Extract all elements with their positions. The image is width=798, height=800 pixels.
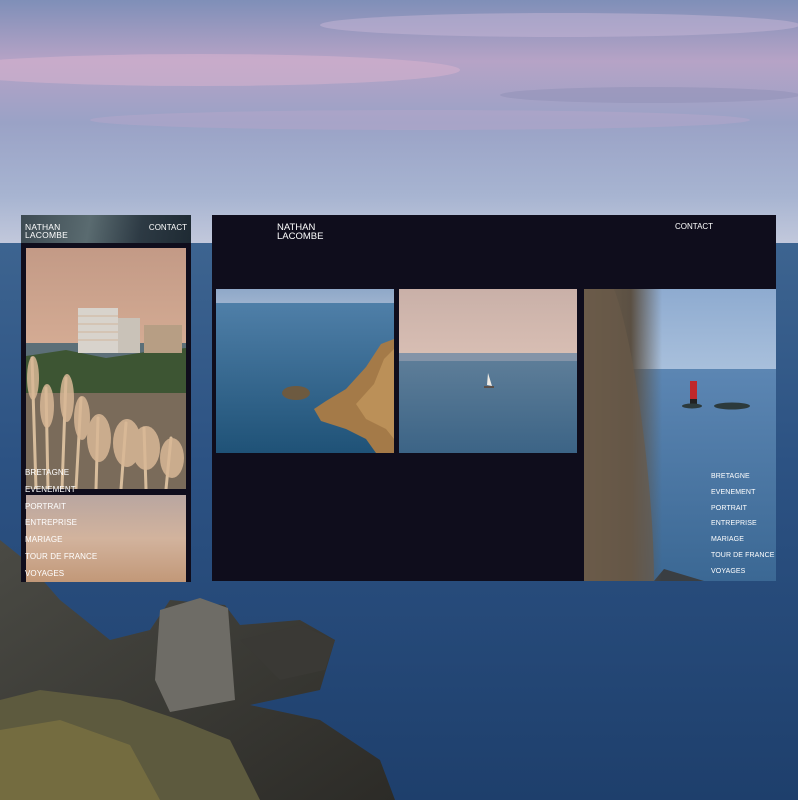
mobile-logo[interactable]: NATHAN LACOMBE [25,223,68,240]
desktop-nav-item-entreprise[interactable]: ENTREPRISE [711,516,775,532]
desktop-nav-item-tour-de-france[interactable]: TOUR DE FRANCE [711,548,775,564]
mobile-nav-item-voyages[interactable]: VOYAGES [25,566,97,582]
desktop-nav-menu: BRETAGNE EVENEMENT PORTRAIT ENTREPRISE M… [711,469,775,580]
mobile-nav-item-mariage[interactable]: MARIAGE [25,532,97,549]
desktop-photo-sailboat [399,289,577,453]
mobile-nav-menu: BRETAGNE EVENEMENT PORTRAIT ENTREPRISE M… [25,465,97,582]
desktop-logo[interactable]: NATHAN LACOMBE [277,223,323,242]
desktop-contact-link[interactable]: CONTACT [675,222,713,231]
desktop-nav-item-bretagne[interactable]: BRETAGNE [711,469,775,485]
desktop-nav-item-voyages[interactable]: VOYAGES [711,564,775,580]
mobile-nav-item-portrait[interactable]: PORTRAIT [25,499,97,516]
desktop-nav-item-evenement[interactable]: EVENEMENT [711,485,775,501]
mobile-photo-pampas [26,248,186,489]
desktop-nav-item-mariage[interactable]: MARIAGE [711,532,775,548]
mobile-nav-item-entreprise[interactable]: ENTREPRISE [25,515,97,532]
mobile-mockup: NATHAN LACOMBE CONTACT BRETAGNE EVENEMEN… [21,215,191,582]
desktop-mockup: NATHAN LACOMBE CONTACT BRETAGNE EVENEMEN… [212,215,776,581]
desktop-photo-cliffs [216,289,394,453]
mobile-nav-item-evenement[interactable]: EVENEMENT [25,482,97,499]
desktop-nav-item-portrait[interactable]: PORTRAIT [711,501,775,517]
mobile-contact-link[interactable]: CONTACT [149,223,187,232]
mobile-nav-item-tour-de-france[interactable]: TOUR DE FRANCE [25,549,97,566]
mobile-nav-item-bretagne[interactable]: BRETAGNE [25,465,97,482]
